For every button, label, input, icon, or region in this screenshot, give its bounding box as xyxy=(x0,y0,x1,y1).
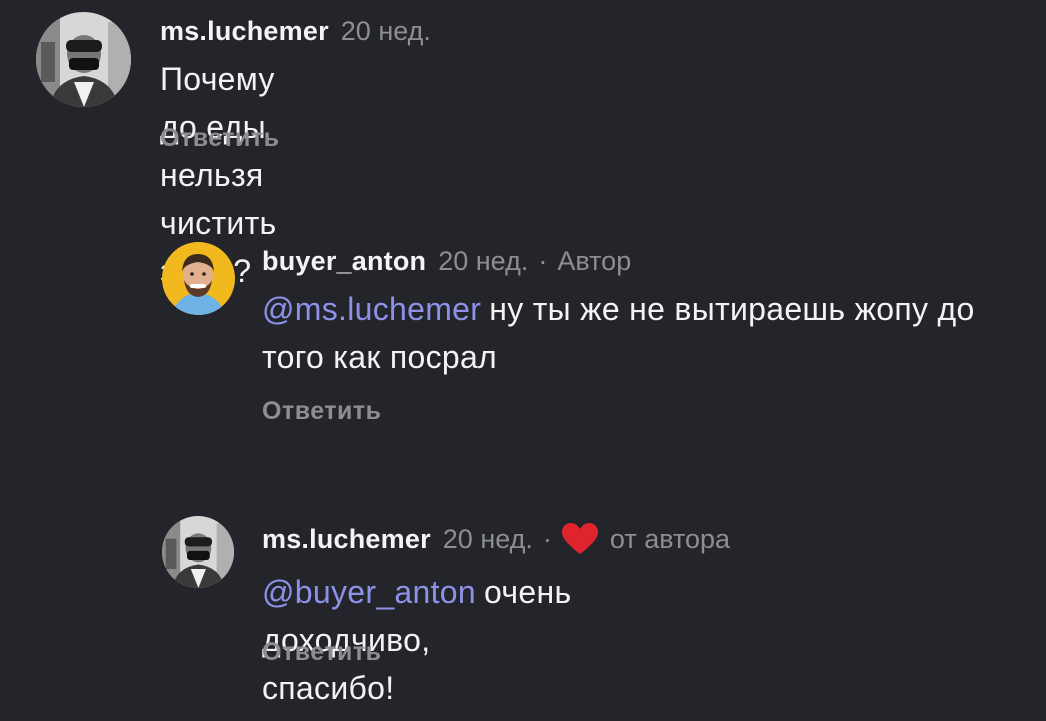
comment-meta: buyer_anton 20 нед. · Автор xyxy=(262,244,631,278)
username[interactable]: ms.luchemer xyxy=(160,14,329,48)
separator-dot: · xyxy=(542,524,552,554)
mention-link[interactable]: @ms.luchemer xyxy=(262,291,481,327)
avatar-buyer-anton[interactable] xyxy=(162,242,235,315)
comment-text: @ms.luchemer ну ты же не вытираешь жопу д… xyxy=(262,285,982,381)
liked-by-author-label: от автора xyxy=(609,524,731,554)
mention-link[interactable]: @buyer_anton xyxy=(262,574,476,610)
avatar-ms-luchemer[interactable] xyxy=(36,12,131,107)
reply-button[interactable]: Ответить xyxy=(160,124,280,153)
timestamp: 20 нед. xyxy=(438,246,529,276)
avatar-photo-icon xyxy=(36,12,131,107)
username[interactable]: buyer_anton xyxy=(262,244,426,278)
avatar-photo-icon xyxy=(162,516,234,588)
timestamp: 20 нед. xyxy=(340,16,431,46)
comment-meta: ms.luchemer 20 нед. · от автора xyxy=(262,522,730,556)
timestamp: 20 нед. xyxy=(442,524,533,554)
reply-button[interactable]: Ответить xyxy=(262,397,382,426)
heart-icon xyxy=(561,523,598,555)
username[interactable]: ms.luchemer xyxy=(262,522,431,556)
author-badge: Автор xyxy=(557,246,632,276)
comment-meta: ms.luchemer 20 нед. xyxy=(160,14,431,48)
avatar-photo-icon xyxy=(162,242,235,315)
avatar-ms-luchemer[interactable] xyxy=(162,516,234,588)
separator-dot: · xyxy=(538,246,548,276)
reply-button[interactable]: Ответить xyxy=(262,638,382,667)
